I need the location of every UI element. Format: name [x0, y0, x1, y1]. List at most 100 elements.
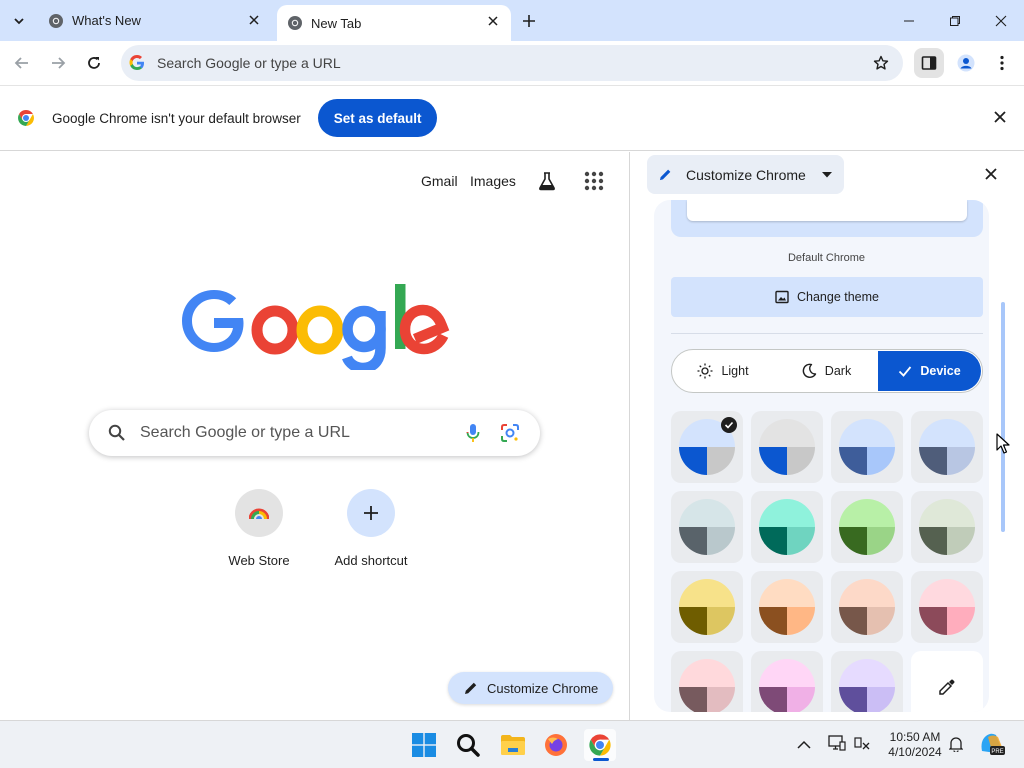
swatch-circle — [919, 579, 975, 635]
close-tab-icon[interactable] — [246, 12, 262, 28]
bookmark-star-icon[interactable] — [873, 55, 889, 76]
ntp-search-input[interactable] — [140, 424, 440, 442]
google-lens-icon[interactable] — [500, 423, 520, 448]
tab-whats-new[interactable]: What's New — [36, 0, 272, 41]
color-swatch[interactable] — [831, 651, 903, 712]
side-panel-button[interactable] — [914, 48, 944, 78]
color-swatch[interactable] — [671, 491, 743, 563]
color-swatch[interactable] — [751, 491, 823, 563]
minimize-button[interactable] — [896, 8, 922, 34]
color-swatch[interactable] — [671, 571, 743, 643]
customize-chrome-side-panel: Customize Chrome Default Chrome Change t… — [630, 152, 1024, 720]
close-side-panel-icon[interactable] — [985, 167, 997, 185]
chrome-icon[interactable] — [584, 729, 616, 761]
mode-dark-option[interactable]: Dark — [774, 350, 878, 392]
arrow-right-icon — [52, 57, 66, 69]
ntp-search-box[interactable] — [89, 410, 540, 456]
close-infobar-icon[interactable] — [994, 110, 1006, 128]
copilot-preview-icon[interactable]: PRE — [978, 731, 1006, 762]
moon-icon — [802, 363, 816, 378]
color-swatch[interactable] — [911, 491, 983, 563]
swatch-circle — [679, 659, 735, 712]
side-panel-scrollbar[interactable] — [1001, 302, 1005, 532]
minimize-icon — [904, 20, 914, 22]
color-swatch[interactable] — [831, 491, 903, 563]
google-apps-icon[interactable] — [584, 171, 604, 196]
chrome-running-indicator — [593, 758, 609, 761]
arrow-left-icon — [14, 57, 28, 69]
gmail-link[interactable]: Gmail — [421, 173, 458, 189]
color-swatch[interactable] — [911, 411, 983, 483]
clock-time: 10:50 AM — [889, 730, 941, 744]
customize-chip-label: Customize Chrome — [487, 680, 599, 696]
swatch-circle — [839, 579, 895, 635]
labs-flask-icon[interactable] — [537, 171, 557, 196]
profile-icon — [957, 54, 975, 72]
firefox-icon[interactable] — [540, 729, 572, 761]
back-button[interactable] — [11, 52, 33, 74]
forward-button[interactable] — [47, 52, 69, 74]
color-swatch[interactable] — [831, 411, 903, 483]
swatch-circle — [679, 579, 735, 635]
network-disconnected-icon[interactable] — [854, 735, 870, 756]
mode-label: Device — [920, 364, 961, 378]
windows-taskbar: 10:50 AM 4/10/2024 PRE — [0, 720, 1024, 768]
windows-start-icon[interactable] — [408, 729, 440, 761]
reload-button[interactable] — [83, 52, 105, 74]
custom-color-swatch[interactable] — [911, 651, 983, 712]
display-icon[interactable] — [828, 735, 846, 756]
mode-device-option[interactable]: Device — [878, 351, 981, 391]
side-panel-title: Customize Chrome — [686, 166, 806, 183]
customize-chrome-button[interactable]: Customize Chrome — [448, 672, 613, 704]
swatch-circle — [839, 659, 895, 712]
tab-title: New Tab — [311, 15, 362, 31]
mode-label: Dark — [824, 364, 852, 378]
restore-button[interactable] — [942, 8, 968, 34]
color-swatch[interactable] — [751, 571, 823, 643]
notification-bell-icon[interactable] — [948, 736, 964, 757]
side-panel-content: Default Chrome Change theme Light Dark D… — [654, 200, 989, 712]
color-swatch[interactable] — [751, 411, 823, 483]
color-swatch[interactable] — [751, 651, 823, 712]
voice-search-mic-icon[interactable] — [465, 423, 481, 448]
plus-icon — [523, 15, 535, 27]
close-tab-icon[interactable] — [485, 13, 501, 29]
tab-new-tab[interactable]: New Tab — [277, 5, 511, 41]
menu-button[interactable] — [987, 48, 1017, 78]
shortcut-web-store[interactable]: Web Store — [207, 489, 311, 568]
close-window-button[interactable] — [988, 8, 1014, 34]
set-as-default-button[interactable]: Set as default — [317, 99, 438, 137]
color-swatch[interactable] — [911, 571, 983, 643]
browser-toolbar — [0, 41, 1024, 85]
swatch-circle — [919, 499, 975, 555]
tab-strip: What's New New Tab — [0, 0, 1024, 41]
new-tab-button[interactable] — [519, 11, 539, 31]
google-logo — [182, 284, 450, 370]
close-icon — [995, 15, 1007, 27]
search-icon[interactable] — [452, 729, 484, 761]
side-panel-icon — [921, 56, 937, 70]
color-swatch[interactable] — [671, 411, 743, 483]
checkmark-icon — [899, 366, 912, 377]
swatch-circle — [759, 659, 815, 712]
chevron-up-icon[interactable] — [797, 737, 811, 755]
shortcut-add[interactable]: Add shortcut — [319, 489, 423, 568]
system-clock[interactable]: 10:50 AM 4/10/2024 — [880, 730, 950, 760]
images-link[interactable]: Images — [470, 173, 516, 189]
chrome-favicon-icon — [49, 13, 63, 28]
change-theme-button[interactable]: Change theme — [671, 277, 983, 317]
eyedropper-icon — [939, 679, 955, 695]
chevron-down-icon — [14, 18, 24, 25]
tab-search-button[interactable] — [6, 8, 32, 34]
side-panel-header-dropdown[interactable]: Customize Chrome — [647, 155, 844, 194]
mode-light-option[interactable]: Light — [672, 350, 774, 392]
pencil-icon — [465, 682, 477, 694]
address-bar[interactable] — [121, 45, 903, 81]
profile-button[interactable] — [951, 48, 981, 78]
omnibox-input[interactable] — [157, 55, 837, 71]
pencil-icon — [659, 169, 671, 181]
color-swatch[interactable] — [831, 571, 903, 643]
file-explorer-icon[interactable] — [497, 729, 529, 761]
color-swatch[interactable] — [671, 651, 743, 712]
svg-text:PRE: PRE — [991, 749, 1003, 755]
